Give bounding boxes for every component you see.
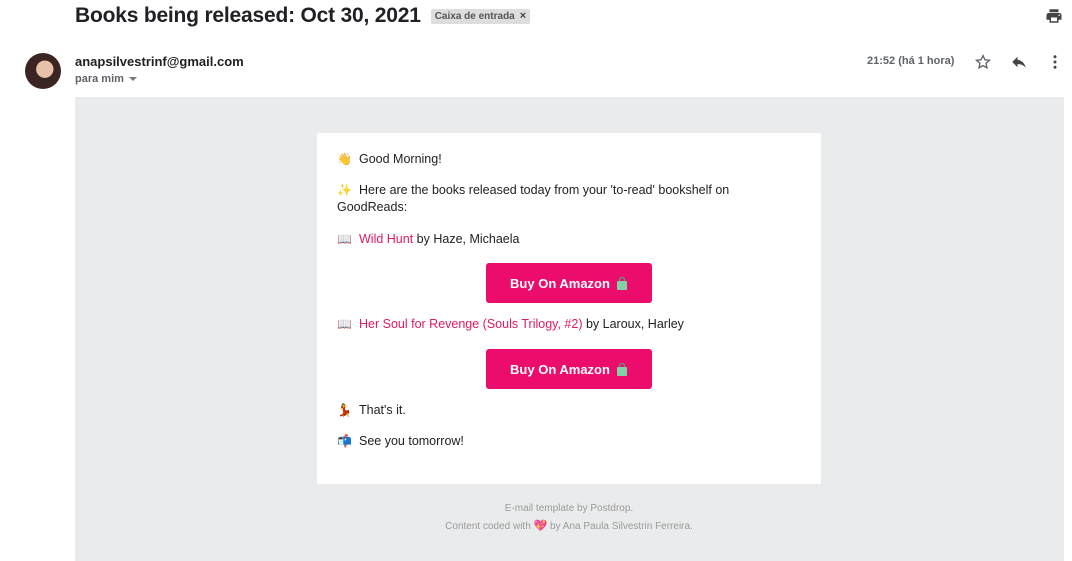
recipient-details[interactable]: para mim [75,73,137,85]
waving-hand-icon: 👋 [337,152,352,166]
inbox-label-text: Caixa de entrada [434,10,515,22]
closing-line: 💃 That's it. [337,402,406,419]
more-options-icon[interactable] [1046,53,1064,71]
chevron-down-icon[interactable] [128,77,137,81]
mailbox-icon: 📬 [337,434,352,448]
book-author: by Haze, Michaela [413,232,520,246]
greeting-text: Good Morning! [359,152,442,166]
recipient-label: para mim [75,73,124,85]
closing-text: That's it. [359,403,406,417]
inbox-label-chip[interactable]: Caixa de entrada × [430,8,531,24]
subject-row: Books being released: Oct 30, 2021 Caixa… [75,4,531,28]
star-icon[interactable] [974,53,992,71]
footer-coded-pre: Content coded with [445,521,534,532]
book-item: 📖 Her Soul for Revenge (Souls Trilogy, #2… [337,316,684,333]
sender-avatar[interactable] [25,53,61,89]
book-title-link[interactable]: Her Soul for Revenge (Souls Trilogy, #2) [359,317,582,331]
shopping-bag-icon [616,362,627,376]
print-icon[interactable] [1045,7,1063,25]
heart-icon: 💖 [533,520,548,532]
footer-coded-credit: Content coded with 💖 by Ana Paula Silves… [317,519,821,532]
dancer-icon: 💃 [337,403,352,417]
book-author: by Laroux, Harley [582,317,684,331]
book-item: 📖 Wild Hunt by Haze, Michaela [337,231,520,248]
sparkles-icon: ✨ [337,183,352,197]
buy-button-label: Buy On Amazon [510,361,610,377]
book-icon: 📖 [337,232,352,246]
intro-text: Here are the books released today from y… [337,183,730,214]
book-title-link[interactable]: Wild Hunt [359,232,413,246]
sender-email[interactable]: anapsilvestrinf@gmail.com [75,54,244,69]
footer-template-credit: E-mail template by Postdrop. [504,503,634,514]
farewell-text: See you tomorrow! [359,434,464,448]
buy-button-label: Buy On Amazon [510,275,610,291]
buy-on-amazon-button[interactable]: Buy On Amazon [486,263,652,303]
intro-line: ✨ Here are the books released today from … [337,182,757,216]
buy-on-amazon-button[interactable]: Buy On Amazon [486,349,652,389]
email-subject: Books being released: Oct 30, 2021 [75,4,421,27]
greeting-line: 👋 Good Morning! [337,151,442,168]
message-time: 21:52 (há 1 hora) [867,55,955,67]
book-icon: 📖 [337,317,352,331]
shopping-bag-icon [616,276,627,290]
remove-label-icon[interactable]: × [520,10,526,22]
reply-icon[interactable] [1010,53,1028,71]
farewell-line: 📬 See you tomorrow! [337,433,464,450]
footer-coded-post: by Ana Paula Silvestrin Ferreira. [547,521,693,532]
